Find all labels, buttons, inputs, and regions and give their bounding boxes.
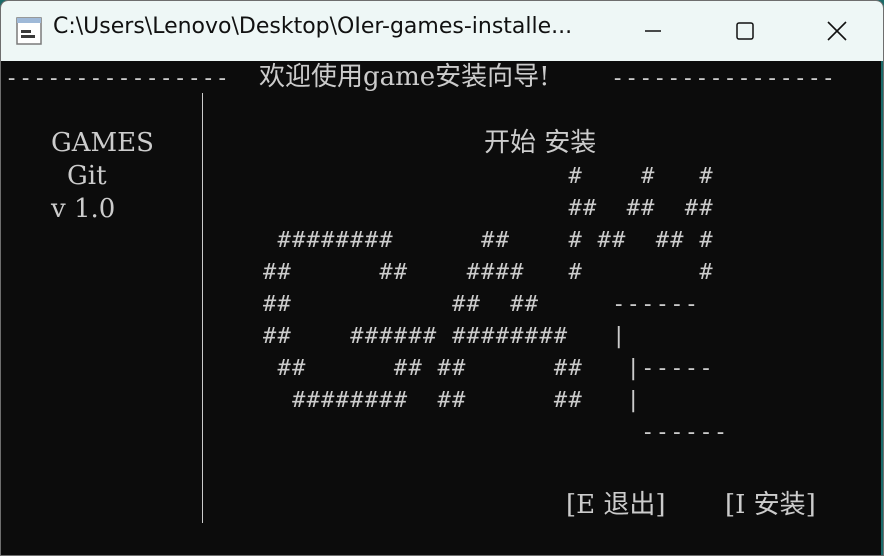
ascii-art-line: ## ## ## ## |----- bbox=[263, 356, 714, 381]
header-title: 欢迎使用game安装向导! bbox=[259, 62, 550, 92]
console-output: ---------------- 欢迎使用game安装向导! ---------… bbox=[1, 61, 883, 555]
window-title: C:\Users\Lenovo\Desktop\OIer-games-insta… bbox=[53, 14, 573, 39]
exit-option: [E 退出] bbox=[566, 490, 666, 520]
ascii-art-line: ######## ## # ## ## # bbox=[263, 228, 714, 253]
maximize-button[interactable] bbox=[697, 1, 793, 61]
ascii-art-line: ------ bbox=[263, 420, 729, 445]
ascii-art-line: ## ## ## ------ bbox=[263, 292, 700, 317]
sidebar-version: v 1.0 bbox=[51, 194, 116, 224]
console-window: C:\Users\Lenovo\Desktop\OIer-games-insta… bbox=[0, 0, 884, 556]
sidebar-name: GAMES bbox=[51, 128, 154, 158]
header-dashes-left: ---------------- bbox=[5, 66, 230, 91]
sidebar-sub: Git bbox=[67, 161, 107, 191]
start-install-label: 开始 安装 bbox=[484, 128, 597, 158]
close-button[interactable] bbox=[789, 1, 883, 61]
ascii-art-line: ## ## ## bbox=[263, 196, 714, 221]
ascii-art-line: ## ###### ######## | bbox=[263, 324, 627, 349]
title-bar[interactable]: C:\Users\Lenovo\Desktop\OIer-games-insta… bbox=[1, 1, 883, 61]
install-option: [I 安装] bbox=[725, 490, 816, 520]
app-icon bbox=[15, 16, 45, 46]
maximize-icon bbox=[736, 22, 754, 40]
ascii-art-line: ## ## #### # # bbox=[263, 260, 714, 285]
ascii-art-line: # # # bbox=[263, 164, 714, 189]
header-dashes-right: ---------------- bbox=[611, 66, 836, 91]
window-edge bbox=[881, 61, 883, 555]
minimize-button[interactable] bbox=[605, 1, 701, 61]
ascii-art-line: ######## ## ## | bbox=[263, 388, 642, 413]
close-icon bbox=[827, 21, 847, 41]
minimize-icon bbox=[645, 30, 661, 32]
sidebar-divider bbox=[202, 93, 203, 523]
